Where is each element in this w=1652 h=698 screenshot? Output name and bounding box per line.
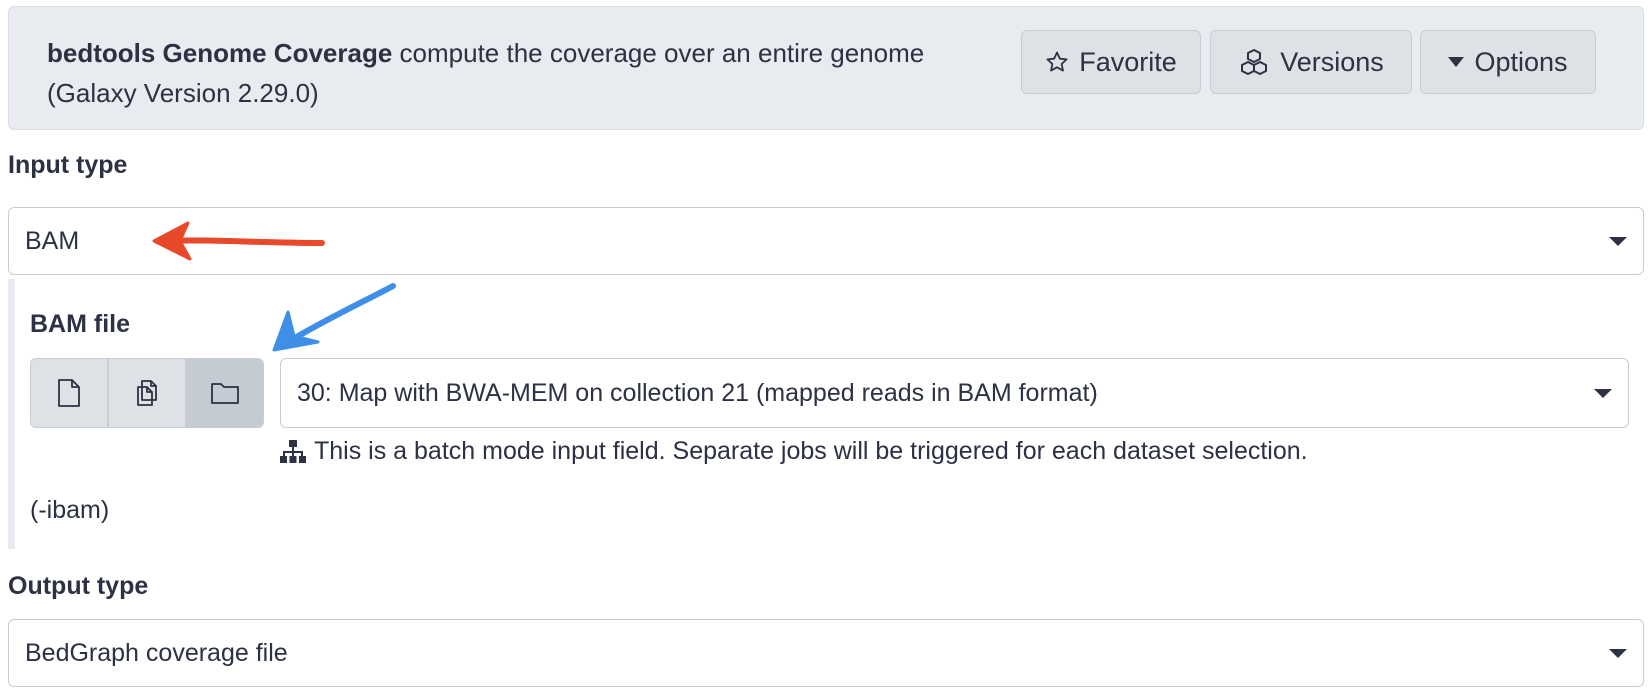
options-button[interactable]: Options (1420, 30, 1596, 94)
options-label: Options (1474, 46, 1568, 77)
output-type-label: Output type (8, 572, 149, 600)
dataset-collection-button[interactable] (187, 359, 263, 427)
star-icon (1046, 51, 1068, 72)
caret-down-icon (1448, 57, 1465, 67)
versions-button[interactable]: Versions (1210, 30, 1412, 94)
cubes-icon (1241, 49, 1268, 75)
batch-mode-help-text: This is a batch mode input field. Separa… (314, 437, 1308, 465)
blue-arrow-annotation (272, 283, 396, 352)
batch-mode-help: This is a batch mode input field. Separa… (280, 437, 1308, 466)
input-type-value: BAM (25, 226, 80, 255)
output-type-select[interactable]: BedGraph coverage file (8, 619, 1644, 687)
chevron-down-icon (1594, 389, 1612, 398)
tool-title: bedtools Genome Coverage compute the cov… (47, 33, 967, 113)
favorite-label: Favorite (1079, 46, 1177, 77)
sitemap-icon (280, 439, 306, 463)
multiple-datasets-button[interactable] (109, 359, 187, 427)
dataset-mode-buttons (30, 358, 264, 428)
single-dataset-button[interactable] (31, 359, 109, 427)
tool-name: bedtools Genome Coverage (47, 38, 393, 68)
tool-header: bedtools Genome Coverage compute the cov… (8, 6, 1644, 130)
tool-version: (Galaxy Version 2.29.0) (47, 78, 319, 108)
output-type-value: BedGraph coverage file (25, 638, 288, 667)
folder-icon (211, 383, 239, 404)
bam-file-value: 30: Map with BWA-MEM on collection 21 (m… (297, 378, 1098, 407)
argument-hint: (-ibam) (30, 496, 110, 524)
red-arrow-annotation (152, 221, 325, 261)
chevron-down-icon (1609, 237, 1627, 246)
file-icon (58, 379, 80, 407)
chevron-down-icon (1609, 649, 1627, 658)
files-icon (137, 380, 157, 406)
favorite-button[interactable]: Favorite (1021, 30, 1201, 94)
input-type-label: Input type (8, 151, 128, 179)
bam-file-label: BAM file (30, 310, 130, 338)
versions-label: Versions (1280, 46, 1384, 77)
tool-description: compute the coverage over an entire geno… (399, 38, 925, 68)
bam-file-select[interactable]: 30: Map with BWA-MEM on collection 21 (m… (280, 358, 1629, 428)
